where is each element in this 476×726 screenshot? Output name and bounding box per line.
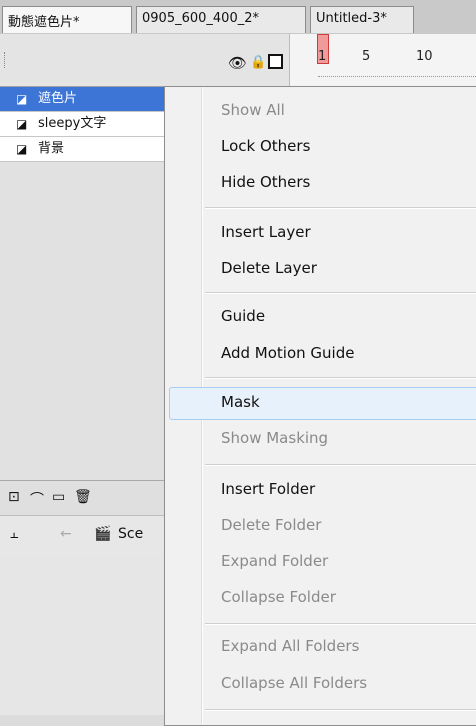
layer-icon: ◪: [16, 117, 28, 131]
layer-icon: ◪: [16, 142, 28, 156]
menu-separator: [205, 709, 476, 711]
menu-item-guide[interactable]: Guide: [221, 307, 265, 325]
layer-name: sleepy文字: [38, 116, 107, 131]
menu-separator: [205, 377, 476, 379]
menu-item-insert-layer[interactable]: Insert Layer: [221, 223, 311, 241]
menu-separator: [205, 207, 476, 209]
menu-item-collapse-all-folders[interactable]: Collapse All Folders: [221, 674, 367, 692]
menu-item-expand-folder[interactable]: Expand Folder: [221, 552, 328, 570]
layer-list-empty-area: [0, 162, 170, 480]
menu-separator: [205, 292, 476, 294]
motion-guide-icon[interactable]: ⌒: [30, 489, 44, 509]
layer-list: ◪ 遮色片 ◪ sleepy文字 ◪ 背景: [0, 87, 170, 162]
bottom-panel-area: [0, 556, 170, 715]
frame-ruler[interactable]: 1 5 10: [289, 34, 476, 86]
back-arrow-icon[interactable]: ←: [60, 526, 72, 542]
edit-bar: ⫠ ← 🎬 Sce: [0, 515, 170, 557]
layer-icon: ◪: [16, 92, 28, 106]
menu-item-hide-others[interactable]: Hide Others: [221, 173, 310, 191]
ruler-label-5: 5: [362, 49, 371, 64]
ruler-ticks: [318, 70, 476, 77]
new-folder-icon[interactable]: ▭: [52, 489, 65, 505]
layer-row[interactable]: ◪ 遮色片: [0, 87, 170, 112]
new-layer-icon[interactable]: ⊡: [8, 489, 20, 505]
layer-row[interactable]: ◪ 背景: [0, 137, 170, 162]
layer-name: 遮色片: [38, 91, 78, 106]
tab-untitled-3[interactable]: Untitled-3*: [310, 6, 414, 33]
tab-0905-600-400-2[interactable]: 0905_600_400_2*: [136, 6, 306, 33]
layer-row[interactable]: ◪ sleepy文字: [0, 112, 170, 137]
menu-item-collapse-folder[interactable]: Collapse Folder: [221, 588, 336, 606]
eye-icon[interactable]: 👁: [228, 54, 247, 72]
menu-item-insert-folder[interactable]: Insert Folder: [221, 480, 315, 498]
ruler-label-10: 10: [416, 49, 433, 64]
layer-context-menu: Show All Lock Others Hide Others Insert …: [164, 86, 476, 726]
outline-icon[interactable]: [268, 54, 283, 69]
scene-icon: 🎬: [94, 526, 112, 542]
scene-label[interactable]: Sce: [118, 526, 143, 542]
menu-separator: [205, 623, 476, 625]
layer-name: 背景: [38, 141, 65, 156]
ruler-label-1: 1: [318, 49, 327, 64]
menu-item-delete-folder[interactable]: Delete Folder: [221, 516, 321, 534]
menu-item-show-masking[interactable]: Show Masking: [221, 429, 328, 447]
trash-icon[interactable]: 🗑: [74, 489, 92, 505]
panel-grip[interactable]: [4, 52, 7, 68]
document-tab-strip: 動態遮色片* 0905_600_400_2* Untitled-3*: [0, 0, 476, 35]
lock-icon[interactable]: 🔒: [250, 55, 266, 70]
menu-item-lock-others[interactable]: Lock Others: [221, 137, 310, 155]
menu-item-expand-all-folders[interactable]: Expand All Folders: [221, 637, 359, 655]
tab-dynamic-mask[interactable]: 動態遮色片*: [2, 6, 132, 33]
layer-toolbar: ⊡ ⌒ ▭ 🗑: [0, 480, 170, 515]
menu-item-mask[interactable]: Mask: [221, 393, 260, 411]
menu-item-add-motion-guide[interactable]: Add Motion Guide: [221, 344, 354, 362]
menu-separator: [205, 464, 476, 466]
menu-item-delete-layer[interactable]: Delete Layer: [221, 259, 317, 277]
timeline-header: 👁 🔒 1 5 10: [0, 34, 476, 87]
menu-item-highlight: [169, 387, 476, 420]
menu-item-show-all[interactable]: Show All: [221, 101, 285, 119]
timeline-toggle-icon[interactable]: ⫠: [10, 526, 18, 542]
